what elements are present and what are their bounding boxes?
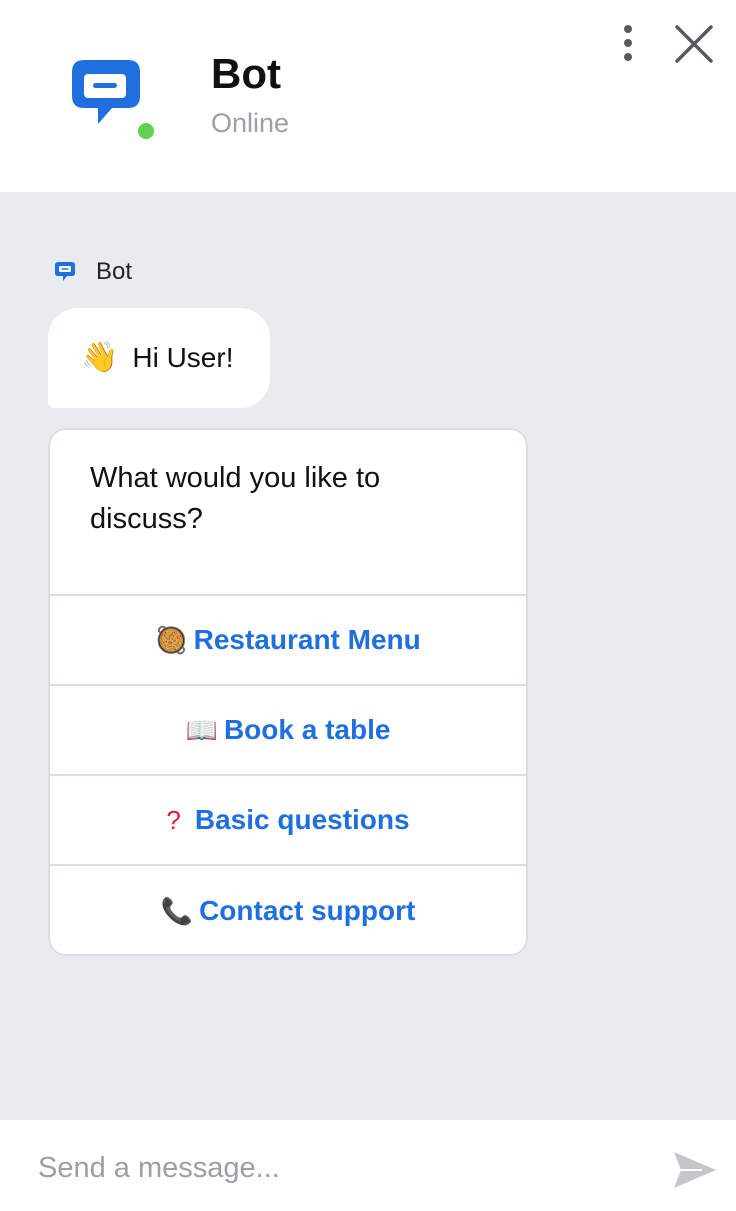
more-vertical-icon[interactable] <box>616 22 640 64</box>
chat-bubble-icon <box>72 60 140 124</box>
open-book-icon: 📖 <box>185 714 218 745</box>
greeting-text: Hi User! <box>132 342 234 373</box>
basic-questions-button[interactable]: ? Basic questions <box>50 776 526 866</box>
button-label: Contact support <box>199 895 416 926</box>
question-mark-icon: ? <box>166 804 181 835</box>
bot-avatar-icon <box>55 262 75 281</box>
message-composer <box>0 1120 736 1211</box>
button-label: Restaurant Menu <box>193 624 421 655</box>
bot-status: Online <box>211 108 290 138</box>
book-table-button[interactable]: 📖 Book a table <box>50 686 526 776</box>
send-icon[interactable] <box>672 1148 718 1192</box>
message-author: Bot <box>53 258 132 286</box>
message-input[interactable] <box>38 1148 638 1188</box>
greeting-message: 👋 Hi User! <box>48 308 270 408</box>
quick-reply-card: What would you like to discuss? 🥘 Restau… <box>48 428 528 956</box>
button-label: Book a table <box>223 714 391 745</box>
telephone-icon: 📞 <box>160 895 194 926</box>
waving-hand-icon: 👋 <box>81 341 119 374</box>
food-pan-icon: 🥘 <box>155 624 188 655</box>
card-question: What would you like to discuss? <box>50 430 526 596</box>
bot-title: Bot <box>211 50 281 97</box>
close-icon[interactable] <box>672 22 716 66</box>
chat-header: Bot Online <box>0 0 736 192</box>
contact-support-button[interactable]: 📞 Contact support <box>50 866 526 954</box>
button-label: Basic questions <box>194 804 410 835</box>
online-status-dot <box>135 120 157 142</box>
author-name: Bot <box>96 258 133 285</box>
restaurant-menu-button[interactable]: 🥘 Restaurant Menu <box>50 596 526 686</box>
